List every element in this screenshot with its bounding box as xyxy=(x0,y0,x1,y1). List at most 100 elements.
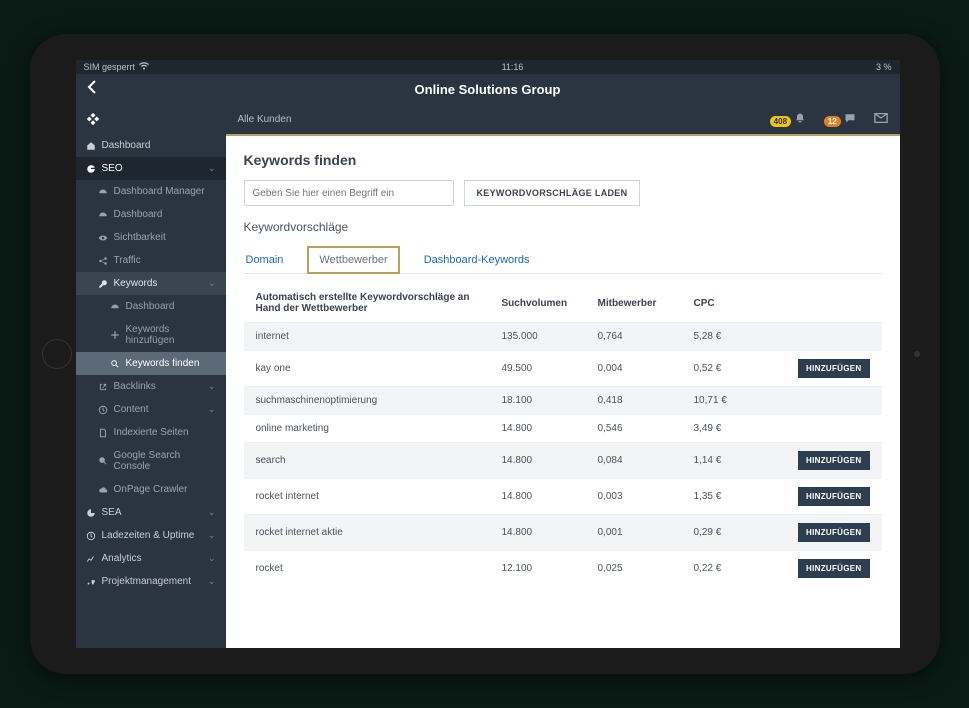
sidebar-item-dashboard-manager[interactable]: Dashboard Manager xyxy=(76,180,226,203)
tab-domain[interactable]: Domain xyxy=(244,248,286,272)
cell-competitors: 0,546 xyxy=(598,423,688,434)
clock-icon xyxy=(86,531,96,541)
sidebar-item-traffic[interactable]: Traffic xyxy=(76,249,226,272)
subtitle: Keywordvorschläge xyxy=(244,220,882,234)
cell-competitors: 0,084 xyxy=(598,455,688,466)
pie-chart-icon xyxy=(86,508,96,518)
sidebar-item-seo[interactable]: SEO ⌄ xyxy=(76,157,226,180)
clock: 11:16 xyxy=(149,62,876,72)
sidebar-item-label: Keywords xyxy=(114,278,158,289)
all-customers-link[interactable]: Alle Kunden xyxy=(238,114,292,125)
nav-header: Online Solutions Group xyxy=(76,74,900,104)
sidebar-item-label: Analytics xyxy=(102,553,142,564)
cell-volume: 14.800 xyxy=(502,423,592,434)
cell-cpc: 0,52 € xyxy=(694,363,774,374)
cell-keyword: internet xyxy=(256,331,496,342)
table-row: search 14.800 0,084 1,14 € HINZUFÜGEN xyxy=(244,442,882,478)
gauge-icon xyxy=(110,302,120,312)
cell-cpc: 0,29 € xyxy=(694,527,774,538)
sidebar-item-label: Ladezeiten & Uptime xyxy=(102,530,195,541)
search-icon xyxy=(98,456,108,466)
add-keyword-button[interactable]: HINZUFÜGEN xyxy=(798,451,869,470)
cell-cpc: 3,49 € xyxy=(694,423,774,434)
sidebar-item-sea[interactable]: SEA ⌄ xyxy=(76,501,226,524)
sidebar-item-label: Dashboard Manager xyxy=(114,186,205,197)
eye-icon xyxy=(98,233,108,243)
sidebar-item-label: Dashboard xyxy=(102,140,151,151)
sidebar-item-content[interactable]: Content ⌄ xyxy=(76,398,226,421)
alerts-icon-wrap[interactable]: 12 xyxy=(824,112,856,127)
cell-competitors: 0,004 xyxy=(598,363,688,374)
cell-keyword: search xyxy=(256,455,496,466)
sidebar-item-label: Backlinks xyxy=(114,381,156,392)
sidebar-item-label: Indexierte Seiten xyxy=(114,427,189,438)
chevron-down-icon: ⌄ xyxy=(208,576,216,587)
cell-cpc: 1,35 € xyxy=(694,491,774,502)
chevron-down-icon: ⌄ xyxy=(208,278,216,289)
cell-cpc: 1,14 € xyxy=(694,455,774,466)
cell-volume: 14.800 xyxy=(502,455,592,466)
panel-title: Keywords finden xyxy=(244,152,882,168)
cell-keyword: rocket internet xyxy=(256,491,496,502)
mail-button[interactable] xyxy=(874,112,888,127)
sidebar-item-kw-add[interactable]: Keywords hinzufügen xyxy=(76,318,226,352)
external-link-icon xyxy=(98,382,108,392)
sidebar-item-keywords[interactable]: Keywords ⌄ xyxy=(76,272,226,295)
cloud-icon xyxy=(98,485,108,495)
sidebar-item-sichtbarkeit[interactable]: Sichtbarkeit xyxy=(76,226,226,249)
page-title: Online Solutions Group xyxy=(106,82,870,97)
tab-wettbewerber[interactable]: Wettbewerber xyxy=(307,246,399,274)
sidebar-item-onpage[interactable]: OnPage Crawler xyxy=(76,478,226,501)
sidebar-item-analytics[interactable]: Analytics ⌄ xyxy=(76,547,226,570)
back-button[interactable] xyxy=(86,79,106,100)
table-row: rocket12.1000,0250,22 €HINZUFÜGEN xyxy=(244,550,882,586)
logo-icon xyxy=(86,112,100,126)
add-keyword-button[interactable]: HINZUFÜGEN xyxy=(798,487,869,506)
keyword-input[interactable] xyxy=(244,180,454,206)
table-row: internet135.0000,7645,28 € xyxy=(244,322,882,350)
cell-cpc: 0,22 € xyxy=(694,563,774,574)
cell-volume: 14.800 xyxy=(502,491,592,502)
sidebar-item-seo-dashboard[interactable]: Dashboard xyxy=(76,203,226,226)
sidebar-item-gsc[interactable]: Google Search Console xyxy=(76,444,226,478)
cell-competitors: 0,001 xyxy=(598,527,688,538)
add-keyword-button[interactable]: HINZUFÜGEN xyxy=(798,523,869,542)
cell-keyword: suchmaschinenoptimierung xyxy=(256,395,496,406)
google-icon xyxy=(86,164,96,174)
table-row: rocket internet 14.800 0,003 1,35 € HINZUFÜG… xyxy=(244,478,882,514)
sidebar-item-label: Traffic xyxy=(114,255,141,266)
home-button[interactable] xyxy=(42,339,72,369)
add-keyword-button[interactable]: HINZUFÜGEN xyxy=(798,359,869,378)
cell-volume: 12.100 xyxy=(502,563,592,574)
notifications-bell[interactable]: 408 xyxy=(770,112,806,127)
document-icon xyxy=(98,428,108,438)
add-keyword-button[interactable]: HINZUFÜGEN xyxy=(798,559,869,578)
sidebar-item-projektmanagement[interactable]: Projektmanagement ⌄ xyxy=(76,570,226,593)
content-panel: Keywords finden KEYWORDVORSCHLÄGE LADEN … xyxy=(226,134,900,648)
sidebar-item-kw-dashboard[interactable]: Dashboard xyxy=(76,295,226,318)
table-row: rocket internet aktie14.8000,0010,29 €HI… xyxy=(244,514,882,550)
logo[interactable] xyxy=(76,104,226,134)
cell-competitors: 0,003 xyxy=(598,491,688,502)
chat-icon xyxy=(844,112,856,124)
sidebar-item-backlinks[interactable]: Backlinks ⌄ xyxy=(76,375,226,398)
camera-dot xyxy=(914,351,920,357)
tabs: Domain Wettbewerber Dashboard-Keywords xyxy=(244,246,882,274)
sidebar-item-label: Google Search Console xyxy=(114,450,216,472)
chevron-down-icon: ⌄ xyxy=(208,553,216,564)
tab-dashboard-keywords[interactable]: Dashboard-Keywords xyxy=(422,248,532,272)
load-suggestions-button[interactable]: KEYWORDVORSCHLÄGE LADEN xyxy=(464,180,641,206)
chevron-down-icon: ⌄ xyxy=(208,163,216,174)
col-cpc: CPC xyxy=(694,298,774,309)
home-icon xyxy=(86,141,96,151)
cell-cpc: 10,71 € xyxy=(694,395,774,406)
gauge-icon xyxy=(98,210,108,220)
sidebar-item-indexierte[interactable]: Indexierte Seiten xyxy=(76,421,226,444)
sidebar-item-ladezeiten[interactable]: Ladezeiten & Uptime ⌄ xyxy=(76,524,226,547)
sidebar-item-kw-find[interactable]: Keywords finden xyxy=(76,352,226,375)
sidebar-item-label: Sichtbarkeit xyxy=(114,232,166,243)
plus-icon xyxy=(110,330,120,340)
sidebar-item-dashboard[interactable]: Dashboard xyxy=(76,134,226,157)
cell-competitors: 0,764 xyxy=(598,331,688,342)
bell-icon xyxy=(794,112,806,124)
